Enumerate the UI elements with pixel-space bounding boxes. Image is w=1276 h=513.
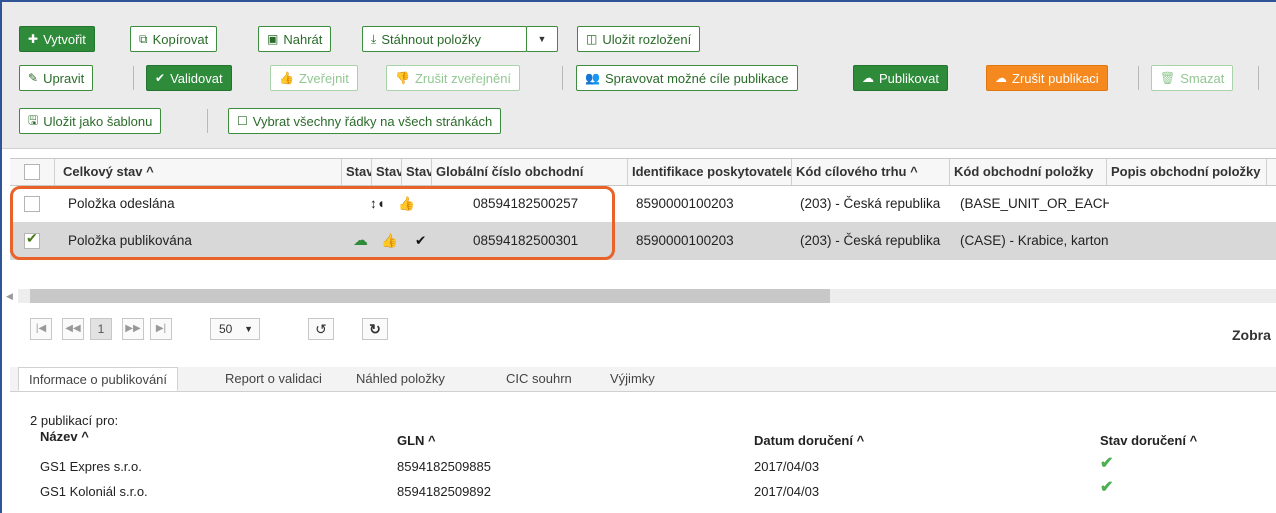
current-page[interactable]: 1 <box>90 318 112 340</box>
pencil-icon: ✎ <box>28 71 39 85</box>
copy-icon: ⧉ <box>139 31 148 46</box>
display-info-text: Zobra <box>1232 327 1271 343</box>
header-name[interactable]: Název ^ <box>40 429 89 444</box>
header-item-code[interactable]: Kód obchodní položky <box>950 159 1107 185</box>
create-button[interactable]: ✚ Vytvořit <box>19 26 95 52</box>
save-icon: 🖫 <box>28 112 39 127</box>
next-page-button[interactable]: ▶▶ <box>122 318 144 340</box>
download-items-button[interactable]: ⤓ Stáhnout položky <box>362 26 527 52</box>
prev-page-button[interactable]: ◀◀ <box>62 318 84 340</box>
separator <box>133 66 134 90</box>
header-item-description[interactable]: Popis obchodní položky <box>1107 159 1267 185</box>
toolbar: ✚ Vytvořit ⧉ Kopírovat ▣ Nahrát ⤓ Stáhnout p… <box>2 2 1276 149</box>
tab-validation-report[interactable]: Report o validaci <box>215 367 332 391</box>
delivered-check-icon: ✔ <box>1100 455 1114 472</box>
tab-exceptions[interactable]: Výjimky <box>600 367 665 391</box>
separator <box>207 109 208 133</box>
recipient-gln: 8594182509885 <box>397 459 491 474</box>
save-as-template-button[interactable]: 🖫 Uložit jako šablonu <box>19 108 162 134</box>
publish-button[interactable]: ☁ Publikovat <box>853 65 948 91</box>
select-all-checkbox[interactable] <box>24 164 40 180</box>
recipient-name: GS1 Expres s.r.o. <box>40 459 142 474</box>
market-cell: (203) - Česká republika <box>800 233 941 248</box>
select-all-rows-button[interactable]: ☐ Vybrat všechny řádky na všech stránkách <box>228 108 502 134</box>
plus-icon: ✚ <box>28 32 39 46</box>
detail-tabs: Informace o publikování Report o validac… <box>10 367 1276 392</box>
save-layout-button[interactable]: ◫ Uložit rozložení <box>577 26 701 52</box>
download-dropdown-button[interactable]: ▼ <box>526 26 558 52</box>
scrollbar-thumb[interactable] <box>30 289 830 303</box>
header-status-1[interactable]: Stav <box>342 159 372 185</box>
caret-down-icon: ▼ <box>537 34 547 44</box>
columns-icon: ◫ <box>586 32 598 46</box>
header-status-2[interactable]: Stav <box>372 159 402 185</box>
publish-disabled-button[interactable]: 👍 Zveřejnit <box>270 65 358 91</box>
header-status-3[interactable]: Stav <box>402 159 432 185</box>
refresh-icon[interactable]: ↻ <box>362 318 388 340</box>
horizontal-scrollbar[interactable] <box>18 289 1276 303</box>
upload-button[interactable]: ▣ Nahrát <box>258 26 332 52</box>
header-gtin[interactable]: Globální číslo obchodní <box>432 159 628 185</box>
unpublish-disabled-button[interactable]: 👎 Zrušit zveřejnění <box>386 65 521 91</box>
separator <box>562 66 563 90</box>
market-cell: (203) - Česká republika <box>800 196 941 211</box>
delete-button[interactable]: 🗑 Smazat <box>1151 65 1234 91</box>
item-description-cell <box>1109 186 1269 222</box>
separator <box>1258 66 1259 90</box>
header-delivery-state[interactable]: Stav doručení ^ <box>1100 433 1197 448</box>
excel-icon: ▣ <box>267 32 279 46</box>
manage-targets-button[interactable]: 👥 Spravovat možné cíle publikace <box>576 65 798 91</box>
cloud-upload-icon: ☁ <box>862 71 874 85</box>
header-select[interactable] <box>10 159 55 185</box>
header-target-market[interactable]: Kód cílového trhu ^ <box>792 159 950 185</box>
download-icon: ⤓ <box>371 31 377 46</box>
page-size-select[interactable]: 50 ▼ <box>210 318 260 340</box>
copy-button[interactable]: ⧉ Kopírovat <box>130 26 218 52</box>
header-delivery-date[interactable]: Datum doručení ^ <box>754 433 864 448</box>
thumbs-up-icon: 👍 <box>279 71 294 85</box>
item-description-cell <box>1109 223 1269 259</box>
tab-item-preview[interactable]: Náhled položky <box>346 367 455 391</box>
publication-count: 2 publikací pro: <box>30 413 119 428</box>
provider-cell: 8590000100203 <box>636 233 734 248</box>
cancel-publication-button[interactable]: ☁ Zrušit publikaci <box>986 65 1108 91</box>
thumbs-down-icon: 👎 <box>395 71 410 85</box>
delivered-check-icon: ✔ <box>1100 479 1114 496</box>
edit-button[interactable]: ✎ Upravit <box>19 65 94 91</box>
separator <box>1138 66 1139 90</box>
last-page-button[interactable]: ▶| <box>150 318 172 340</box>
grid-header: Celkový stav ^ Stav Stav Stav Globální č… <box>10 158 1276 186</box>
tab-publication-info[interactable]: Informace o publikování <box>18 367 179 391</box>
tab-cic-summary[interactable]: CIC souhrn <box>496 367 582 391</box>
delivery-date: 2017/04/03 <box>754 484 820 499</box>
item-code-cell: (CASE) - Krabice, karton <box>960 233 1109 248</box>
square-icon: ☐ <box>237 114 248 128</box>
users-icon: 👥 <box>585 71 600 85</box>
reset-icon[interactable]: ↺ <box>308 318 334 340</box>
trash-icon: 🗑 <box>1160 71 1176 85</box>
delivery-date: 2017/04/03 <box>754 459 820 474</box>
header-overall-status[interactable]: Celkový stav ^ <box>55 159 342 185</box>
header-gln[interactable]: GLN ^ <box>397 433 436 448</box>
validate-button[interactable]: ✔ Validovat <box>146 65 232 91</box>
recipient-name: GS1 Koloniál s.r.o. <box>40 484 148 499</box>
first-page-button[interactable]: |◀ <box>30 318 52 340</box>
header-provider-id[interactable]: Identifikace poskytovatele <box>628 159 792 185</box>
provider-cell: 8590000100203 <box>636 196 734 211</box>
caret-down-icon: ▼ <box>244 324 253 334</box>
scroll-left-icon[interactable]: ◀ <box>6 291 13 302</box>
item-code-cell: (BASE_UNIT_OR_EACH) <box>960 196 1109 211</box>
cloud-download-icon: ☁ <box>995 71 1007 85</box>
recipient-gln: 8594182509892 <box>397 484 491 499</box>
highlight-annotation <box>10 186 615 260</box>
check-icon: ✔ <box>155 71 166 85</box>
